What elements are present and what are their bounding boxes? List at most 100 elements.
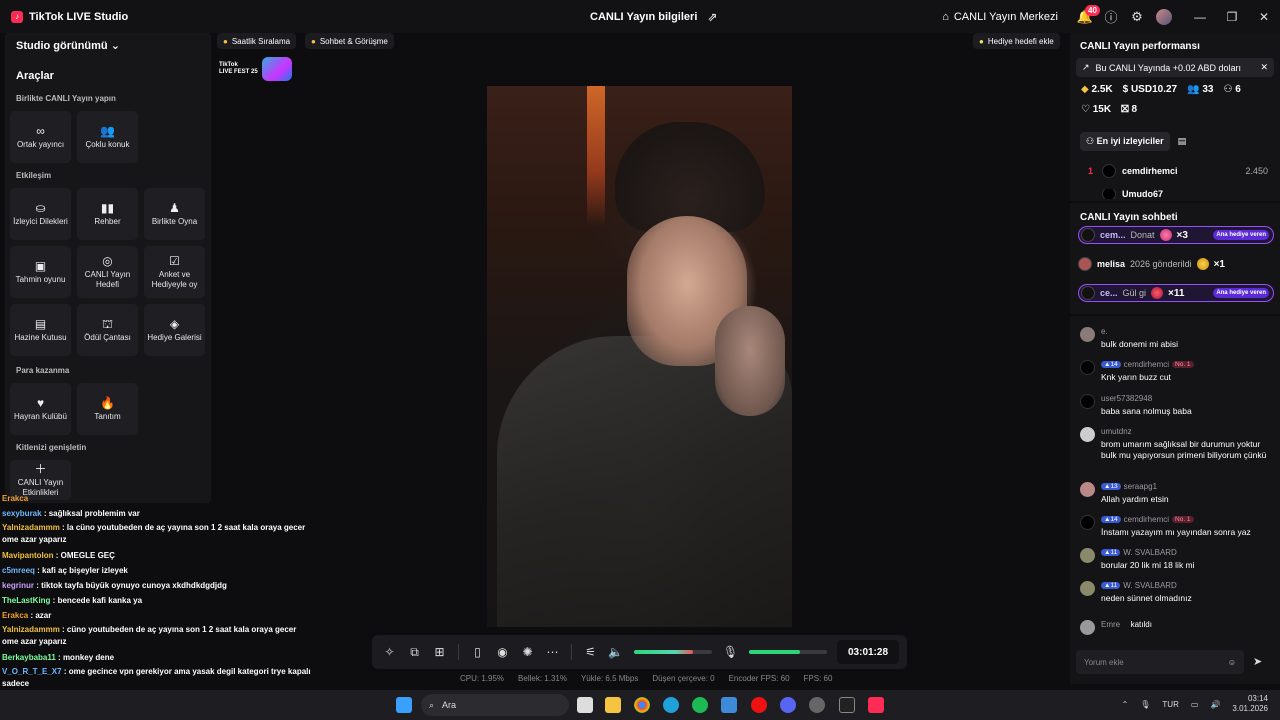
hourly-ranking-chip[interactable]: ● Saatlik Sıralama <box>217 33 297 49</box>
maximize-button[interactable]: ❐ <box>1216 10 1248 24</box>
fest-line-1: TikTok <box>219 62 238 68</box>
tile-promote[interactable]: 🔥 Tanıtım <box>77 383 138 435</box>
tiktok-live-studio-icon[interactable] <box>868 697 884 713</box>
task-view-icon[interactable] <box>577 697 593 713</box>
live-info-button[interactable]: CANLI Yayın bilgileri ⇗ <box>590 10 717 24</box>
tile-play-together[interactable]: ♟ Birlikte Oyna <box>144 188 205 240</box>
terminal-icon[interactable] <box>839 697 855 713</box>
speaker-volume-slider[interactable] <box>634 650 712 654</box>
discord-icon[interactable] <box>780 697 796 713</box>
tile-reward-bag[interactable]: ⛫ Ödül Çantası <box>77 304 138 356</box>
viewer-wishes-icon: ⛀ <box>35 200 46 215</box>
studio-view-dropdown[interactable]: Studio görünümü ⌄ <box>16 39 120 52</box>
tile-multi-guest[interactable]: 👥 Çoklu konuk <box>77 111 138 163</box>
top-viewer-row[interactable]: 1 cemdirhemci 2.450 <box>1088 164 1268 178</box>
more-icon[interactable]: ⋯ <box>540 645 565 659</box>
tile-live-goal[interactable]: ◎ CANLI Yayın Hedefi <box>77 246 138 298</box>
profile-avatar[interactable] <box>1156 8 1172 25</box>
co-host-icon: ∞ <box>36 123 45 138</box>
send-icon[interactable]: ➤ <box>1253 655 1262 668</box>
rank-badge: No. 1 <box>1172 361 1194 368</box>
tile-label: Tanıtım <box>94 411 121 421</box>
edge-icon[interactable] <box>663 697 679 713</box>
tile-label: Hayran Kulübü <box>14 411 67 421</box>
tile-prediction[interactable]: ▣ Tahmin oyunu <box>10 246 71 298</box>
file-explorer-icon[interactable] <box>605 697 621 713</box>
minimize-button[interactable]: — <box>1184 10 1216 24</box>
help-icon[interactable]: ⓘ <box>1098 4 1124 30</box>
notifications-icon[interactable]: 🔔 40 <box>1072 4 1100 30</box>
layout-icon[interactable]: ⧉ <box>402 645 427 660</box>
mic-level-fill <box>749 650 800 654</box>
upload-stat: Yükle: 6.5 Mbps <box>580 674 639 683</box>
list-icon[interactable]: ▤ <box>1178 136 1187 147</box>
phone-icon[interactable]: ▯ <box>465 645 490 659</box>
comment-input[interactable]: Yorum ekle ☺ <box>1076 650 1244 674</box>
settings-gear-icon[interactable]: ⚙ <box>1124 4 1150 30</box>
tile-guide[interactable]: ▮▮ Rehber <box>77 188 138 240</box>
gift-name: Donat <box>1130 230 1155 240</box>
tile-gift-gallery[interactable]: ◈ Hediye Galerisi <box>144 304 205 356</box>
magic-wand-icon[interactable]: ✧ <box>377 645 402 659</box>
network-icon[interactable]: ▭ <box>1191 700 1199 709</box>
home-icon: ⌂ <box>942 10 949 23</box>
viewers-icon: 👥 <box>1187 84 1200 95</box>
mic-volume-slider[interactable] <box>749 650 827 654</box>
viewer-avatar <box>1102 189 1116 199</box>
microphone-icon[interactable]: 🎙 <box>718 645 743 659</box>
tile-fan-club[interactable]: ♥ Hayran Kulübü <box>10 383 71 435</box>
add-gift-goal-chip[interactable]: ● Hediye hedefi ekle <box>973 33 1060 49</box>
gift-row[interactable]: ce... Gül gi ×11 Ana hediye veren <box>1078 284 1274 302</box>
live-center-button[interactable]: ⌂ CANLI Yayın Merkezi <box>942 11 1058 23</box>
studio-view-label: Studio görünümü <box>16 40 108 52</box>
tile-poll[interactable]: ☑ Anket ve Hediyeyle oy <box>144 246 205 298</box>
microphone-tray-icon[interactable]: 🎙 <box>1140 700 1150 709</box>
user-avatar <box>1080 427 1095 442</box>
join-header: Emre katıldı <box>1101 620 1152 629</box>
language-indicator[interactable]: TUR <box>1162 700 1178 709</box>
gifter-name: ce... <box>1100 288 1118 298</box>
gift-row[interactable]: cem... Donat ×3 Ana hediye veren <box>1078 226 1274 244</box>
gifter-avatar <box>1078 257 1092 271</box>
usd-value: USD10.27 <box>1130 84 1178 95</box>
steam-icon[interactable] <box>721 697 737 713</box>
clock-time: 03:14 <box>1247 694 1268 703</box>
message-text: neden sünnet olmadınız <box>1101 593 1192 603</box>
top-viewer-row[interactable]: Umudo67 <box>1088 189 1268 199</box>
speaker-icon[interactable]: 🔈 <box>603 645 628 659</box>
audio-mixer-icon[interactable]: ⚟ <box>578 645 603 659</box>
chrome-icon[interactable] <box>634 697 650 713</box>
add-source-icon[interactable]: ⊞ <box>427 645 452 659</box>
tile-viewer-wishes[interactable]: ⛀ İzleyici Dilekleri <box>10 188 71 240</box>
live-events-icon: ＋ <box>34 461 47 476</box>
record-icon[interactable]: ◉ <box>490 645 515 659</box>
speaker-level-fill <box>634 650 693 654</box>
clock-date: 3.01.2026 <box>1232 704 1268 713</box>
gifter-avatar <box>1081 286 1095 300</box>
live-fest-badge[interactable]: TikTok LIVE FEST 25 <box>219 56 311 82</box>
taskbar-clock[interactable]: 03:14 3.01.2026 <box>1232 694 1268 714</box>
chevron-up-icon[interactable]: ⌃ <box>1122 700 1129 709</box>
windows-start-icon[interactable] <box>396 697 412 713</box>
close-button[interactable]: ✕ <box>1248 10 1280 24</box>
close-banner-icon[interactable]: ✕ <box>1260 62 1268 73</box>
opera-icon[interactable] <box>751 697 767 713</box>
top-viewers-tab[interactable]: ⚇ En iyi izleyiciler <box>1080 131 1170 151</box>
fest-line-2: LIVE FEST 25 <box>219 69 258 75</box>
share-icon[interactable]: ⇗ <box>707 10 717 24</box>
taskbar-search[interactable]: ⌕ Ara <box>421 694 569 716</box>
overlay-chat-text: : monkey dene <box>55 653 115 662</box>
spotify-icon[interactable] <box>692 697 708 713</box>
tile-treasure-box[interactable]: ▤ Hazine Kutusu <box>10 304 71 356</box>
emoji-icon[interactable]: ☺ <box>1228 658 1236 667</box>
prediction-icon: ▣ <box>34 258 47 273</box>
chat-call-chip[interactable]: ● Sohbet & Görüşme <box>305 33 394 49</box>
app-icon[interactable] <box>809 697 825 713</box>
gift-row[interactable]: melisa 2026 gönderildi ×1 <box>1078 255 1274 273</box>
tile-co-host[interactable]: ∞ Ortak yayıncı <box>10 111 71 163</box>
volume-icon[interactable]: 🔊 <box>1210 700 1220 709</box>
camera-effect-icon[interactable]: ✺ <box>515 645 540 659</box>
live-fest-text: TikTok LIVE FEST 25 <box>219 62 258 76</box>
chat-call-label: Sohbet & Görüşme <box>319 36 388 46</box>
tiktok-logo-icon: ♪ <box>11 10 23 23</box>
